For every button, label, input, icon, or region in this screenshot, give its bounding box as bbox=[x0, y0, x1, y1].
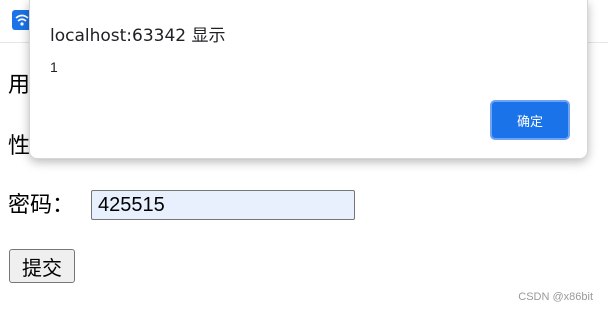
watermark: CSDN @x86bit bbox=[518, 291, 593, 303]
dialog-message: 1 bbox=[50, 59, 58, 75]
dialog-title: localhost:63342 显示 bbox=[50, 26, 226, 46]
submit-button[interactable]: 提交 bbox=[9, 249, 75, 283]
alert-dialog: localhost:63342 显示 1 确定 bbox=[29, 0, 588, 159]
confirm-button[interactable]: 确定 bbox=[490, 100, 570, 140]
password-input[interactable] bbox=[91, 190, 355, 220]
password-label: 密码： bbox=[8, 193, 75, 218]
